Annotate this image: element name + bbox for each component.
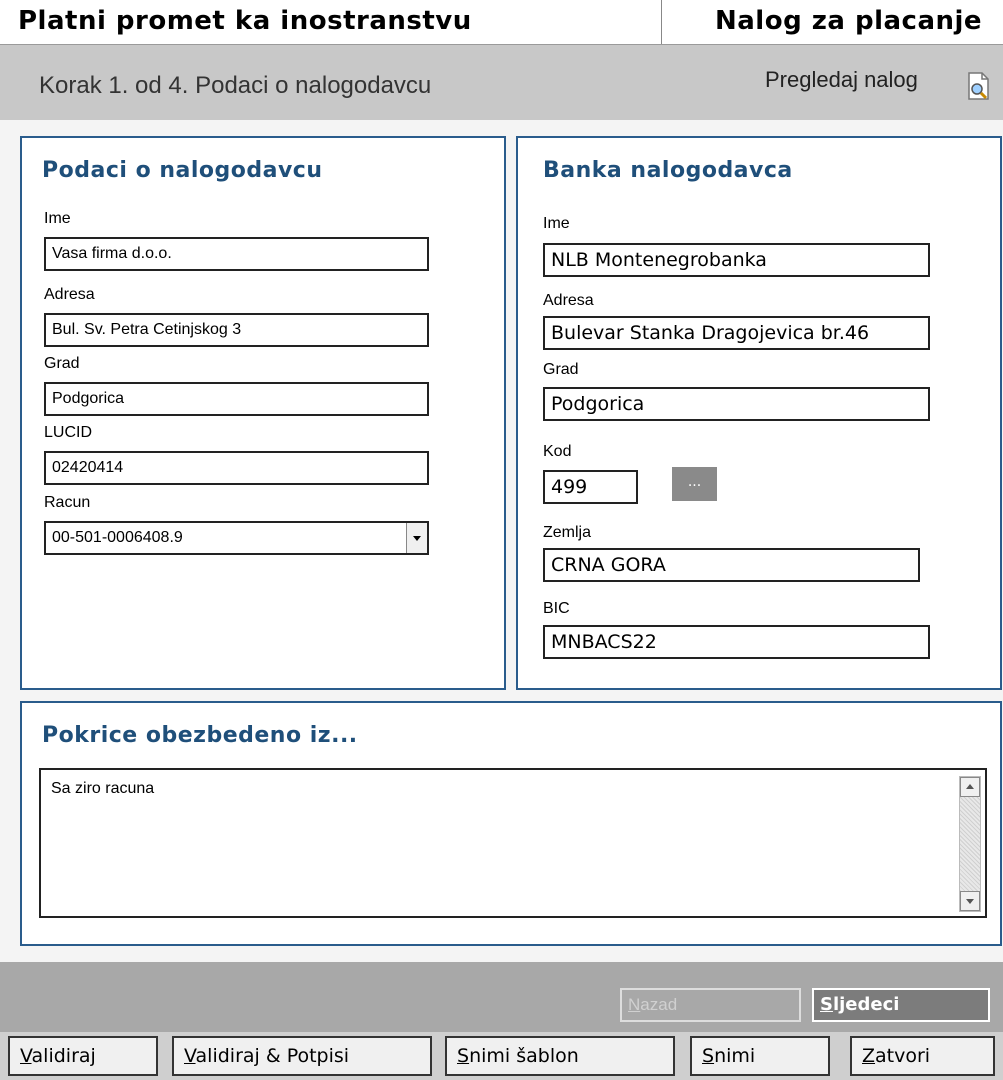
bank-name-label: Ime bbox=[543, 215, 570, 232]
close-label: atvori bbox=[875, 1045, 931, 1067]
bank-code-lookup-button[interactable]: ... bbox=[672, 467, 717, 501]
principal-account-value: 00-501-0006408.9 bbox=[52, 529, 183, 546]
back-mnemonic: N bbox=[628, 995, 641, 1014]
save-label: nimi bbox=[714, 1045, 756, 1067]
principal-city-label: Grad bbox=[44, 355, 80, 372]
principal-address-field[interactable]: Bul. Sv. Petra Cetinjskog 3 bbox=[44, 313, 429, 347]
action-bar: Validiraj Validiraj & Potpisi Snimi šabl… bbox=[0, 1032, 1003, 1080]
validate-label: alidiraj bbox=[31, 1045, 96, 1067]
validate-sign-button[interactable]: Validiraj & Potpisi bbox=[172, 1036, 432, 1076]
coverage-textarea[interactable]: Sa ziro racuna bbox=[39, 768, 987, 918]
validate-button[interactable]: Validiraj bbox=[8, 1036, 158, 1076]
coverage-text: Sa ziro racuna bbox=[51, 780, 155, 797]
document-preview-icon[interactable] bbox=[965, 71, 991, 101]
principal-lucid-field[interactable]: 02420414 bbox=[44, 451, 429, 485]
close-mnemonic: Z bbox=[862, 1045, 876, 1067]
principal-panel-title: Podaci o nalogodavcu bbox=[42, 158, 323, 183]
validate-sign-label: alidiraj & Potpisi bbox=[195, 1045, 350, 1067]
principal-lucid-label: LUCID bbox=[44, 424, 93, 441]
save-template-label: nimi šablon bbox=[469, 1045, 579, 1067]
principal-account-label: Racun bbox=[44, 494, 91, 511]
next-label: ljedeci bbox=[832, 994, 900, 1015]
validate-mnemonic: V bbox=[20, 1045, 32, 1067]
bank-name-field[interactable]: NLB Montenegrobanka bbox=[543, 243, 930, 277]
bank-city-label: Grad bbox=[543, 361, 579, 378]
coverage-panel-title: Pokrice obezbedeno iz... bbox=[42, 723, 358, 748]
preview-order-link[interactable]: Pregledaj nalog bbox=[765, 67, 918, 93]
next-button[interactable]: Sljedeci bbox=[812, 988, 990, 1022]
bank-city-field[interactable]: Podgorica bbox=[543, 387, 930, 421]
save-template-mnemonic: S bbox=[457, 1045, 470, 1067]
bank-bic-field[interactable]: MNBACS22 bbox=[543, 625, 930, 659]
step-indicator: Korak 1. od 4. Podaci o nalogodavcu bbox=[39, 72, 432, 99]
bank-country-label: Zemlja bbox=[543, 524, 592, 541]
save-button[interactable]: Snimi bbox=[690, 1036, 830, 1076]
principal-city-field[interactable]: Podgorica bbox=[44, 382, 429, 416]
chevron-down-icon[interactable] bbox=[406, 523, 427, 553]
bank-country-field[interactable]: CRNA GORA bbox=[543, 548, 920, 582]
bank-code-label: Kod bbox=[543, 443, 572, 460]
title-bar: Platni promet ka inostranstvu Nalog za p… bbox=[0, 0, 1003, 45]
bank-address-field[interactable]: Bulevar Stanka Dragojevica br.46 bbox=[543, 316, 930, 350]
save-mnemonic: S bbox=[702, 1045, 715, 1067]
step-bar: Korak 1. od 4. Podaci o nalogodavcu Preg… bbox=[0, 45, 1003, 120]
navigation-bar: Nazad Sljedeci bbox=[0, 962, 1003, 1032]
principal-account-select[interactable]: 00-501-0006408.9 bbox=[44, 521, 429, 555]
scroll-down-icon[interactable] bbox=[960, 891, 980, 911]
document-title: Nalog za placanje bbox=[715, 6, 983, 36]
bank-panel-title: Banka nalogodavca bbox=[543, 158, 793, 183]
back-button: Nazad bbox=[620, 988, 801, 1022]
scroll-up-icon[interactable] bbox=[960, 777, 980, 797]
save-template-button[interactable]: Snimi šablon bbox=[445, 1036, 675, 1076]
principal-name-label: Ime bbox=[44, 210, 71, 227]
title-divider bbox=[661, 0, 662, 44]
next-mnemonic: S bbox=[820, 994, 833, 1015]
bank-bic-label: BIC bbox=[543, 600, 570, 617]
principal-name-field[interactable]: Vasa firma d.o.o. bbox=[44, 237, 429, 271]
bank-code-field[interactable]: 499 bbox=[543, 470, 638, 504]
back-label: azad bbox=[640, 995, 678, 1014]
scrollbar[interactable] bbox=[959, 776, 981, 912]
validate-sign-mnemonic: V bbox=[184, 1045, 196, 1067]
close-button[interactable]: Zatvori bbox=[850, 1036, 995, 1076]
app-title: Platni promet ka inostranstvu bbox=[18, 6, 472, 36]
principal-address-label: Adresa bbox=[44, 286, 95, 303]
bank-address-label: Adresa bbox=[543, 292, 594, 309]
